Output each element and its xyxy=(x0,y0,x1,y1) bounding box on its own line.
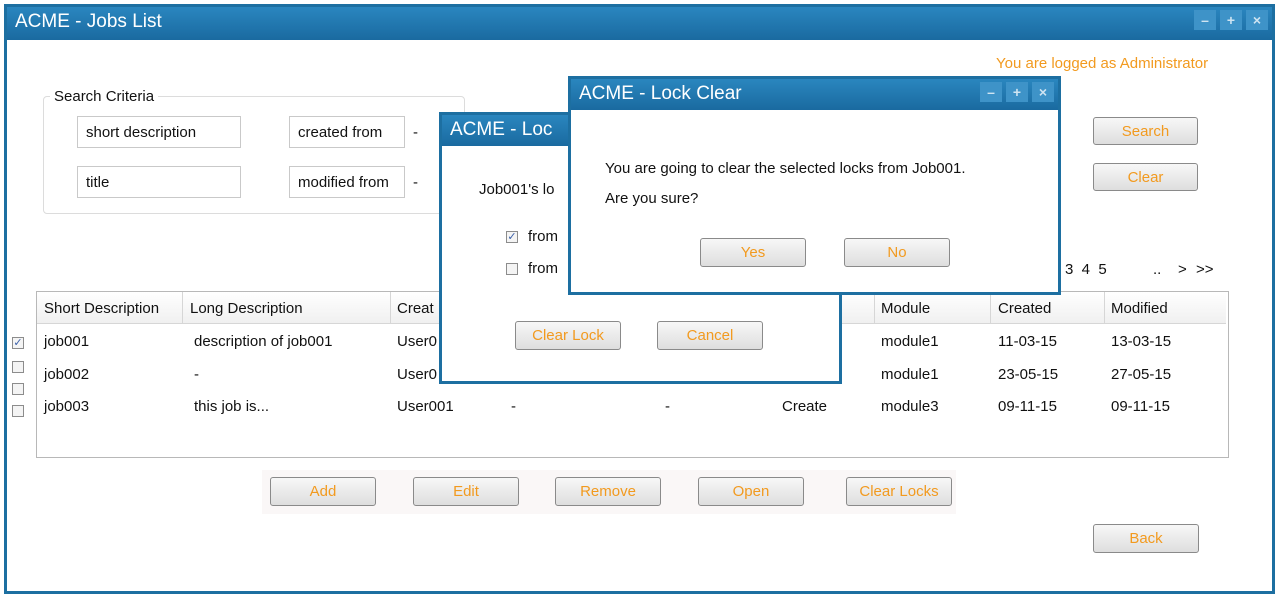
row3-action: Create xyxy=(782,398,828,415)
lock-option-1-label: from xyxy=(528,228,558,245)
row3-module: module3 xyxy=(881,398,939,415)
pagination-next[interactable]: > xyxy=(1178,261,1187,278)
row3-long: this job is... xyxy=(194,398,270,415)
window-title: ACME - Jobs List xyxy=(15,11,162,32)
lock-option-2-label: from xyxy=(528,260,558,277)
row1-short[interactable]: job001 xyxy=(44,333,89,350)
row-checkbox-job003[interactable] xyxy=(12,405,24,417)
col-header-short-description[interactable]: Short Description xyxy=(44,300,159,317)
row3-col4: - xyxy=(511,398,516,415)
confirm-dialog: ACME - Lock Clear – + × You are going to… xyxy=(568,76,1061,295)
pagination-ellipsis: .. xyxy=(1153,261,1162,278)
confirm-message-line2: Are you sure? xyxy=(605,190,699,207)
confirm-dialog-title: ACME - Lock Clear xyxy=(579,83,742,104)
maximize-icon[interactable]: + xyxy=(1220,10,1242,30)
remove-button[interactable]: Remove xyxy=(555,477,661,506)
col-header-created[interactable]: Created xyxy=(998,300,1051,317)
col-header-modified[interactable]: Modified xyxy=(1111,300,1168,317)
created-range-dash: - xyxy=(413,124,418,141)
row3-modified: 09-11-15 xyxy=(1111,398,1170,415)
row2-created: 23-05-15 xyxy=(998,366,1059,383)
row1-creator: User0 xyxy=(397,333,438,350)
row2-module: module1 xyxy=(881,366,939,383)
no-button[interactable]: No xyxy=(844,238,950,267)
clear-button[interactable]: Clear xyxy=(1093,163,1198,191)
row-checkbox-job002[interactable] xyxy=(12,361,24,373)
modified-range-dash: - xyxy=(413,174,418,191)
logged-as-text: You are logged as Administrator xyxy=(996,55,1209,72)
confirm-message-line1: You are going to clear the selected lock… xyxy=(605,160,966,177)
col-header-long-description[interactable]: Long Description xyxy=(190,300,303,317)
row3-col5: - xyxy=(665,398,670,415)
row1-long: description of job001 xyxy=(194,333,333,350)
add-button[interactable]: Add xyxy=(270,477,376,506)
row2-short[interactable]: job002 xyxy=(44,366,89,383)
yes-button[interactable]: Yes xyxy=(700,238,806,267)
confirm-close-icon[interactable]: × xyxy=(1032,82,1054,102)
clear-locks-button[interactable]: Clear Locks xyxy=(846,477,952,506)
confirm-minimize-icon[interactable]: – xyxy=(980,82,1002,102)
edit-button[interactable]: Edit xyxy=(413,477,519,506)
minimize-icon[interactable]: – xyxy=(1194,10,1216,30)
created-from-field[interactable]: created from xyxy=(289,116,405,148)
row2-long: - xyxy=(194,366,199,383)
cancel-button[interactable]: Cancel xyxy=(657,321,763,350)
open-button[interactable]: Open xyxy=(698,477,804,506)
modified-from-field[interactable]: modified from xyxy=(289,166,405,198)
lock-dialog-title: ACME - Loc xyxy=(450,119,553,140)
row2-creator: User0 xyxy=(397,366,438,383)
title-field[interactable]: title xyxy=(77,166,241,198)
confirm-dialog-titlebar[interactable]: ACME - Lock Clear – + × xyxy=(571,79,1058,110)
lock-option-2-checkbox[interactable] xyxy=(506,263,518,275)
search-criteria-legend: Search Criteria xyxy=(50,88,159,105)
confirm-maximize-icon[interactable]: + xyxy=(1006,82,1028,102)
main-titlebar[interactable]: ACME - Jobs List – + × xyxy=(7,7,1272,40)
row3-short[interactable]: job003 xyxy=(44,398,89,415)
close-icon[interactable]: × xyxy=(1246,10,1268,30)
row3-created: 09-11-15 xyxy=(998,398,1057,415)
col-header-creator[interactable]: Creat xyxy=(397,300,434,317)
row1-modified: 13-03-15 xyxy=(1111,333,1172,350)
lock-dialog-message: Job001's lo xyxy=(479,181,555,198)
row3-creator: User001 xyxy=(397,398,454,415)
lock-option-1-checkbox[interactable]: ✓ xyxy=(506,231,518,243)
clear-lock-button[interactable]: Clear Lock xyxy=(515,321,621,350)
back-button[interactable]: Back xyxy=(1093,524,1199,553)
row1-module: module1 xyxy=(881,333,939,350)
row-checkbox-job002b[interactable] xyxy=(12,383,24,395)
row1-created: 11-03-15 xyxy=(998,333,1057,350)
col-header-module[interactable]: Module xyxy=(881,300,930,317)
row2-modified: 27-05-15 xyxy=(1111,366,1172,383)
pagination-pages[interactable]: 3 4 5 xyxy=(1065,261,1107,278)
pagination-last[interactable]: >> xyxy=(1196,261,1214,278)
short-description-field[interactable]: short description xyxy=(77,116,241,148)
row-checkbox-job001[interactable]: ✓ xyxy=(12,337,24,349)
search-button[interactable]: Search xyxy=(1093,117,1198,145)
